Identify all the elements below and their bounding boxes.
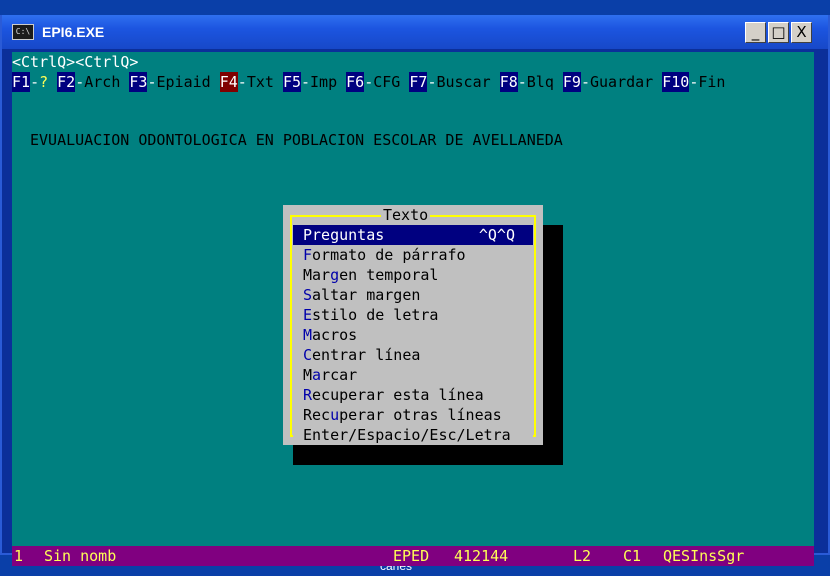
menu-item[interactable]: Recuperar esta línea — [293, 385, 533, 405]
fkey-gap — [337, 72, 346, 92]
fkey-gap — [554, 72, 563, 92]
menu-item-hotkey: F — [303, 246, 313, 264]
fkey-gap — [653, 72, 662, 92]
close-button[interactable]: X — [791, 22, 812, 43]
fkey-label-f6[interactable]: CFG — [373, 72, 401, 92]
menu-item-text: altar margen — [312, 286, 421, 304]
fkey-separator: - — [30, 72, 40, 92]
menu-item[interactable]: Centrar línea — [293, 345, 533, 365]
menu-item-text: entrar línea — [312, 346, 421, 364]
menu-item-text: ecuperar esta línea — [312, 386, 484, 404]
status-memory: 412144 — [454, 547, 509, 565]
fkey-gap — [211, 72, 220, 92]
menu-item-text: ormato de párrafo — [312, 246, 466, 264]
minimize-button[interactable]: _ — [745, 22, 766, 43]
fkey-f8[interactable]: F8 — [499, 72, 518, 92]
menu-item-hotkey: S — [303, 286, 313, 304]
menu-footer-hint: Enter/Espacio/Esc/Letra — [293, 425, 533, 445]
fkey-separator: - — [364, 72, 374, 92]
status-line: L2 — [573, 547, 592, 565]
menu-item-text: en temporal — [339, 266, 439, 284]
fkey-f1[interactable]: F1 — [12, 72, 31, 92]
menu-item-text: reguntas — [312, 226, 385, 244]
fkey-label-f3[interactable]: Epiaid — [156, 72, 211, 92]
status-filename: Sin nomb — [44, 547, 117, 565]
fkey-f9[interactable]: F9 — [562, 72, 581, 92]
fkey-label-f4[interactable]: Txt — [246, 72, 274, 92]
fkey-label-f10[interactable]: Fin — [698, 72, 726, 92]
console-window: C:\ EPI6.EXE _ □ X <CtrlQ><CtrlQ> F1-? F… — [0, 15, 830, 566]
menu-item[interactable]: Saltar margen — [293, 285, 533, 305]
status-flags: QESInsSgr — [663, 547, 745, 565]
fkey-separator: - — [147, 72, 157, 92]
fkey-gap — [491, 72, 500, 92]
fkey-label-f7[interactable]: Buscar — [436, 72, 491, 92]
fkey-separator: - — [580, 72, 590, 92]
maximize-button[interactable]: □ — [768, 22, 789, 43]
menu-item-text: Rec — [303, 406, 331, 424]
menu-item-shortcut: ^Q^Q — [478, 226, 515, 244]
menu-item-hotkey: M — [303, 326, 313, 344]
function-key-bar: F1-? F2- Arch F3- Epiaid F4- Txt F5- Imp F6-… — [12, 72, 726, 92]
menu-item-text: rcar — [321, 366, 358, 384]
menu-item-text: acros — [312, 326, 358, 344]
menu-item[interactable]: Formato de párrafo — [293, 245, 533, 265]
fkey-gap — [400, 72, 409, 92]
fkey-f3[interactable]: F3 — [129, 72, 148, 92]
texto-menu: Texto Preguntas ^Q^Q Formato de párrafo Mar… — [283, 205, 543, 445]
menu-item-text: M — [303, 366, 313, 384]
fkey-gap — [274, 72, 283, 92]
fkey-gap — [120, 72, 129, 92]
ctrl-key-line: <CtrlQ><CtrlQ> — [12, 53, 139, 71]
menu-item[interactable]: Macros — [293, 325, 533, 345]
fkey-separator: - — [237, 72, 247, 92]
menu-item-hotkey: R — [303, 386, 313, 404]
fkey-separator: - — [301, 72, 311, 92]
fkey-f7[interactable]: F7 — [409, 72, 428, 92]
menu-item[interactable]: Marcar — [293, 365, 533, 385]
fkey-label-f9[interactable]: Guardar — [590, 72, 654, 92]
fkey-label-f8[interactable]: Blq — [526, 72, 554, 92]
console-screen[interactable]: <CtrlQ><CtrlQ> F1-? F2- Arch F3- Epiaid F4… — [12, 52, 814, 566]
menu-item-hotkey: E — [303, 306, 313, 324]
fkey-label-f5[interactable]: Imp — [310, 72, 338, 92]
title-bar[interactable]: C:\ EPI6.EXE _ □ X — [2, 15, 828, 49]
console-app-icon[interactable]: C:\ — [12, 24, 34, 40]
fkey-label-f2[interactable]: Arch — [84, 72, 121, 92]
fkey-f6[interactable]: F6 — [346, 72, 365, 92]
status-mode: EPED — [393, 547, 430, 565]
menu-item[interactable]: Estilo de letra — [293, 305, 533, 325]
status-number: 1 — [14, 547, 24, 565]
fkey-label-f1[interactable]: ? — [39, 72, 49, 92]
menu-item[interactable]: Recuperar otras líneas — [293, 405, 533, 425]
fkey-f5[interactable]: F5 — [282, 72, 301, 92]
fkey-f4[interactable]: F4 — [219, 72, 238, 92]
status-bar: 1 Sin nomb EPED 412144 L2 C1 QESInsSgr — [12, 546, 814, 566]
fkey-f10[interactable]: F10 — [662, 72, 690, 92]
menu-title: Texto — [381, 205, 431, 225]
fkey-separator: - — [427, 72, 437, 92]
menu-item-hotkey: a — [312, 366, 322, 384]
fkey-f2[interactable]: F2 — [57, 72, 76, 92]
menu-item-hotkey: P — [303, 226, 313, 244]
menu-item-text: stilo de letra — [312, 306, 439, 324]
menu-item-text: Mar — [303, 266, 331, 284]
menu-item[interactable]: Preguntas ^Q^Q — [293, 225, 533, 245]
window-title: EPI6.EXE — [42, 24, 105, 40]
window-controls: _ □ X — [745, 22, 812, 43]
fkey-separator: - — [517, 72, 527, 92]
menu-item-hotkey: C — [303, 346, 313, 364]
menu-item-text: perar otras líneas — [339, 406, 502, 424]
fkey-separator: - — [75, 72, 85, 92]
menu-item-hotkey: g — [330, 266, 340, 284]
menu-item[interactable]: Margen temporal — [293, 265, 533, 285]
menu-item-hotkey: u — [330, 406, 340, 424]
fkey-separator: - — [689, 72, 699, 92]
document-heading: EVUALUACION ODONTOLOGICA EN POBLACION ES… — [30, 131, 563, 149]
fkey-gap — [48, 72, 57, 92]
status-column: C1 — [623, 547, 642, 565]
